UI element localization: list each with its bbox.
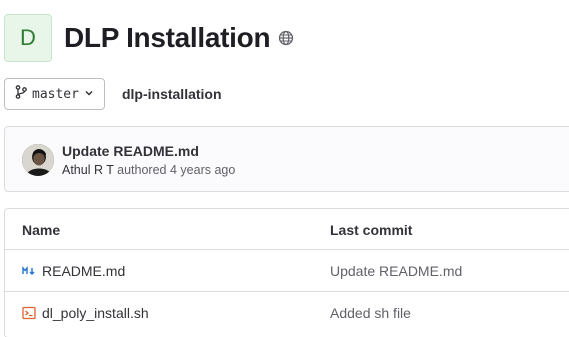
file-last-commit-link[interactable]: Update README.md [330,263,462,279]
branch-icon [15,84,27,104]
file-name-link[interactable]: dl_poly_install.sh [42,305,149,321]
branch-row: master dlp-installation [4,78,222,110]
commit-message[interactable]: Update README.md [62,143,199,159]
breadcrumb-project[interactable]: dlp-installation [122,86,222,102]
branch-selector[interactable]: master [4,78,105,110]
column-header-name: Name [22,222,61,238]
commit-meta: Athul R T authored 4 years ago [62,163,235,177]
file-tree-table: Name Last commit README.md Update README… [4,208,569,337]
table-header: Name Last commit [5,209,569,250]
project-avatar[interactable]: D [4,14,52,62]
commit-action: authored [117,163,167,177]
file-name-link[interactable]: README.md [42,263,125,279]
globe-icon[interactable] [278,30,294,46]
avatar[interactable] [22,144,54,176]
last-commit-panel: Update README.md Athul R T authored 4 ye… [4,126,569,192]
commit-time: 4 years ago [169,163,236,177]
table-row[interactable]: dl_poly_install.sh Added sh file [5,292,569,334]
branch-name: master [32,86,79,102]
markdown-icon [22,264,36,278]
project-title[interactable]: DLP Installation [64,22,271,54]
column-header-last-commit: Last commit [330,222,413,238]
chevron-down-icon [84,85,94,103]
project-header: D DLP Installation [4,14,294,62]
shell-script-icon [22,306,36,320]
commit-author[interactable]: Athul R T [62,163,114,177]
table-row[interactable]: README.md Update README.md [5,250,569,292]
file-last-commit-link[interactable]: Added sh file [330,305,411,321]
